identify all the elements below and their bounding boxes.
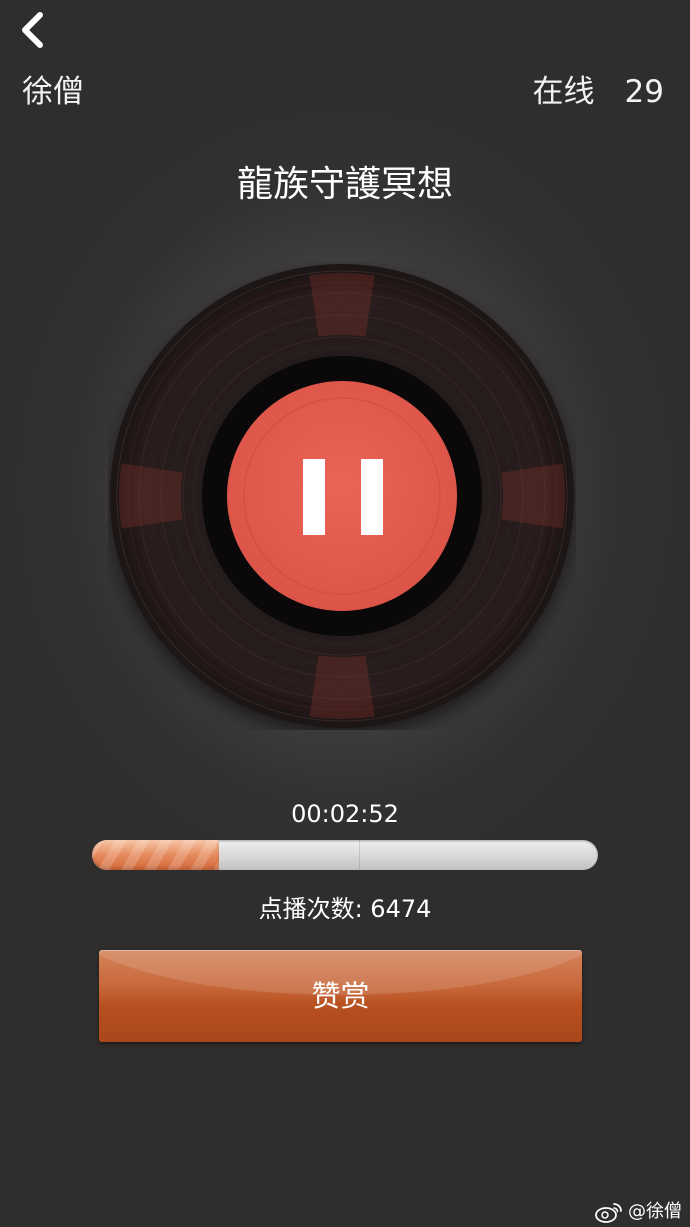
progress-fill (92, 840, 219, 870)
online-label: 在线 (532, 74, 595, 110)
back-button[interactable] (14, 10, 54, 50)
song-title: 龍族守護冥想 (236, 164, 453, 205)
chevron-left-icon (22, 12, 43, 48)
progress-midline (359, 840, 360, 870)
reward-button-label: 赞赏 (311, 979, 370, 1013)
pause-button[interactable] (228, 380, 458, 610)
watermark: @徐僧 (594, 1200, 682, 1224)
elapsed-time: 00:02:52 (291, 800, 399, 828)
play-count: 点播次数: 6474 (258, 895, 432, 923)
online-count: 29 (624, 74, 664, 110)
weibo-icon (595, 1203, 622, 1223)
reward-button[interactable]: 赞赏 (99, 950, 582, 1042)
username: 徐僧 (22, 74, 84, 110)
progress-bar[interactable] (92, 840, 598, 870)
online-status: 在线 29 (533, 72, 664, 112)
watermark-text: @徐僧 (628, 1201, 682, 1222)
